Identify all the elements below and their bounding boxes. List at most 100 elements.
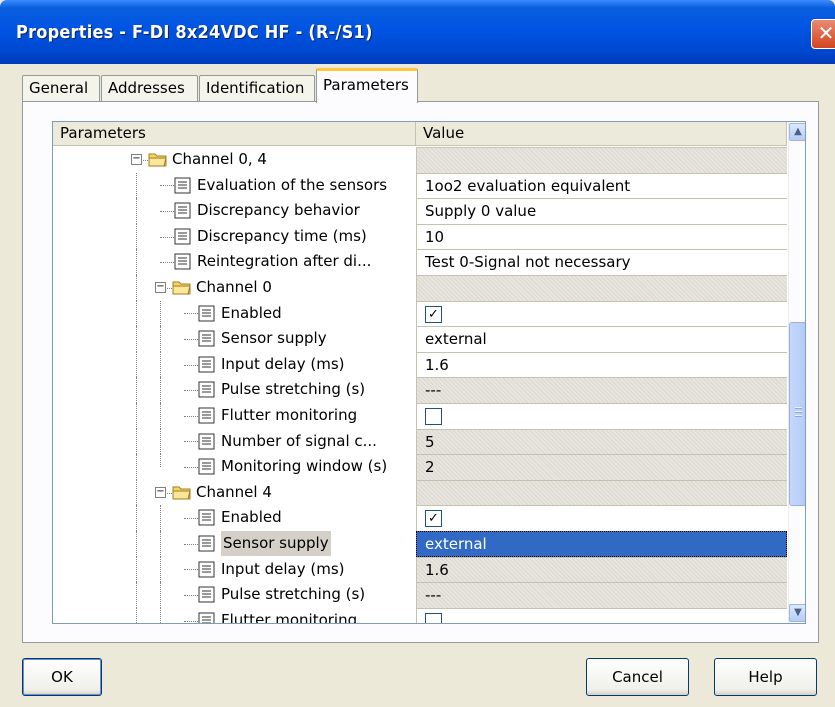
tree-cell: − Channel 4 — [53, 479, 415, 506]
parameter-value[interactable]: ✓ — [416, 300, 787, 327]
parameter-row[interactable]: Pulse stretching (s) --- — [53, 377, 787, 403]
grid-header: Parameters Value — [53, 122, 787, 146]
parameter-row[interactable]: Sensor supply external — [53, 326, 787, 352]
tab-identification[interactable]: Identification — [199, 75, 315, 102]
parameter-icon — [198, 381, 218, 399]
parameter-icon — [198, 586, 218, 604]
parameter-value[interactable] — [416, 607, 787, 623]
parameter-value[interactable]: Supply 0 value — [416, 198, 787, 224]
column-header-value[interactable]: Value — [416, 122, 787, 146]
scroll-thumb[interactable] — [789, 322, 805, 506]
parameter-row[interactable]: Number of signal c... 5 — [53, 428, 787, 455]
parameters-panel: Parameters Value − Channel 0, 4 Evaluation… — [22, 101, 819, 643]
parameter-row[interactable]: Flutter monitoring — [53, 403, 787, 429]
parameter-value[interactable]: 5 — [416, 428, 787, 455]
tree-folder-row[interactable]: − Channel 0, 4 — [53, 147, 787, 173]
parameter-name: Reintegration after di... — [197, 252, 372, 271]
title-bar[interactable]: Properties - F-DI 8x24VDC HF - (R-/S1) ✕ — [0, 0, 835, 64]
scroll-up-button[interactable]: ▲ — [789, 123, 805, 141]
parameter-row[interactable]: Input delay (ms) 1.6 — [53, 351, 787, 378]
tree-cell: Flutter monitoring — [53, 403, 415, 429]
tree-cell: Input delay (ms) — [53, 351, 415, 378]
parameter-value[interactable]: external — [416, 326, 787, 352]
tree-folder-row[interactable]: − Channel 0 — [53, 275, 787, 301]
folder-icon — [172, 279, 192, 297]
parameter-value — [416, 479, 787, 506]
parameter-name: Channel 0 — [196, 278, 272, 296]
tab-parameters[interactable]: Parameters — [316, 68, 418, 103]
tree-cell: Discrepancy time (ms) — [53, 223, 415, 250]
parameter-icon — [174, 202, 194, 220]
parameter-value — [416, 147, 787, 173]
tree-cell: Pulse stretching (s) — [53, 377, 415, 403]
parameter-icon — [198, 458, 218, 476]
scroll-down-button[interactable]: ▼ — [789, 604, 805, 622]
window-title: Properties - F-DI 8x24VDC HF - (R-/S1) — [16, 22, 373, 43]
parameter-icon — [198, 535, 218, 553]
parameter-row[interactable]: Sensor supply external — [53, 531, 787, 557]
parameter-name: Sensor supply — [221, 531, 331, 556]
tree-cell: Evaluation of the sensors — [53, 172, 415, 199]
tree-cell: Enabled — [53, 505, 415, 531]
parameter-icon — [198, 612, 218, 623]
tree-cell: Input delay (ms) — [53, 556, 415, 583]
parameter-row[interactable]: Pulse stretching (s) --- — [53, 582, 787, 608]
parameter-name: Flutter monitoring — [221, 610, 358, 624]
parameter-name: Monitoring window (s) — [221, 457, 388, 476]
parameter-row[interactable]: Enabled ✓ — [53, 300, 787, 327]
parameter-name: Channel 0, 4 — [172, 150, 267, 168]
parameter-icon — [198, 433, 218, 451]
parameter-row[interactable]: Input delay (ms) 1.6 — [53, 556, 787, 583]
collapse-toggle[interactable]: − — [155, 486, 166, 498]
parameter-row[interactable]: Discrepancy time (ms) 10 — [53, 223, 787, 250]
tree-cell: Number of signal c... — [53, 428, 415, 455]
vertical-scrollbar[interactable]: ▲ ▼ — [788, 122, 805, 623]
checkbox[interactable]: ✓ — [425, 305, 442, 323]
parameter-icon — [198, 305, 218, 323]
tree-cell: Reintegration after di... — [53, 249, 415, 275]
parameter-value[interactable]: 1.6 — [416, 556, 787, 583]
parameter-name: Pulse stretching (s) — [221, 585, 366, 604]
parameter-icon — [198, 561, 218, 579]
parameter-value[interactable]: 1.6 — [416, 351, 787, 378]
folder-icon — [172, 484, 192, 502]
parameter-row[interactable]: Reintegration after di... Test 0-Signal n… — [53, 249, 787, 275]
parameter-row[interactable]: Evaluation of the sensors 1oo2 evaluation… — [53, 172, 787, 199]
close-button[interactable]: ✕ — [811, 19, 835, 49]
parameter-value[interactable]: ✓ — [416, 505, 787, 531]
cancel-button[interactable]: Cancel — [586, 658, 689, 696]
checkbox[interactable] — [425, 612, 442, 623]
ok-button[interactable]: OK — [22, 658, 102, 696]
collapse-toggle[interactable]: − — [155, 282, 166, 293]
parameter-value[interactable]: --- — [416, 377, 787, 403]
parameter-row[interactable]: Monitoring window (s) 2 — [53, 454, 787, 480]
parameter-value[interactable]: --- — [416, 582, 787, 608]
parameter-name: Enabled — [221, 508, 282, 527]
parameter-value[interactable]: 2 — [416, 454, 787, 480]
tree-cell: Monitoring window (s) — [53, 454, 415, 480]
tab-addresses[interactable]: Addresses — [101, 75, 198, 102]
parameter-row[interactable]: Enabled ✓ — [53, 505, 787, 531]
parameter-value[interactable]: external — [416, 531, 787, 557]
parameter-row[interactable]: Flutter monitoring — [53, 607, 787, 624]
checkbox[interactable] — [425, 408, 442, 425]
parameter-value[interactable]: 10 — [416, 223, 787, 250]
tree-folder-row[interactable]: − Channel 4 — [53, 479, 787, 506]
parameter-name: Enabled — [221, 303, 282, 322]
parameter-value[interactable]: Test 0-Signal not necessary — [416, 249, 787, 275]
parameter-value[interactable]: 1oo2 evaluation equivalent — [416, 172, 787, 199]
column-header-parameters[interactable]: Parameters — [53, 122, 416, 146]
parameter-icon — [198, 330, 218, 348]
parameter-icon — [174, 228, 194, 246]
tree-cell: Sensor supply — [53, 531, 415, 557]
parameter-value[interactable] — [416, 403, 787, 429]
parameter-icon — [198, 407, 218, 425]
properties-dialog: Properties - F-DI 8x24VDC HF - (R-/S1) ✕… — [0, 0, 835, 707]
checkbox[interactable]: ✓ — [425, 510, 442, 528]
tab-general[interactable]: General — [22, 75, 100, 102]
parameter-row[interactable]: Discrepancy behavior Supply 0 value — [53, 198, 787, 224]
parameter-icon — [198, 509, 218, 527]
tree-cell: Pulse stretching (s) — [53, 582, 415, 608]
collapse-toggle[interactable]: − — [131, 154, 142, 165]
help-button[interactable]: Help — [714, 658, 817, 696]
